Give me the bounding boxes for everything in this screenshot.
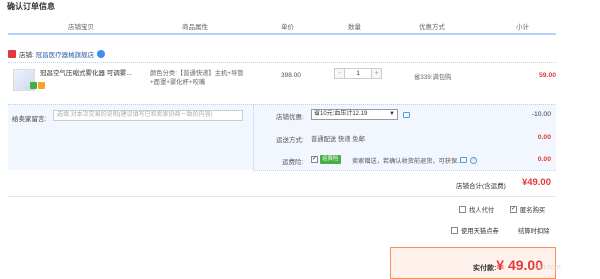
insurance-value: 0.00 bbox=[537, 156, 551, 163]
product-title-link[interactable]: 冠昌空气压缩式雾化器 可调雾... bbox=[40, 69, 142, 78]
comment-icon[interactable] bbox=[460, 157, 467, 163]
payment-summary: 实付款: ¥ 49.00 bbox=[390, 247, 556, 279]
header-unit-price: 单价 bbox=[281, 24, 294, 31]
anonymous-option[interactable]: ✓ 匿名购买 bbox=[510, 205, 545, 214]
product-attributes: 颜色分类:【普通快递】主机+导管+面罩+雾化杯+咬嘴 bbox=[150, 70, 244, 86]
order-options-panel: 给卖家留言: 选填:对本次交易的说明(建议填写已和卖家协商一致的内容) 店铺优惠… bbox=[8, 104, 556, 171]
insurance-label: 运费险: bbox=[282, 159, 304, 166]
table-header: 店铺宝贝 商品属性 单价 数量 优惠方式 小计 bbox=[8, 13, 556, 35]
shipping-label: 运送方式: bbox=[276, 137, 304, 144]
credit-card-icon bbox=[38, 82, 45, 89]
header-subtotal: 小计 bbox=[516, 24, 529, 31]
tmall-points-checkbox[interactable] bbox=[451, 227, 458, 234]
shop-name-link[interactable]: 冠昌医疗器械旗舰店 bbox=[36, 52, 95, 59]
shop-row: 店铺: 冠昌医疗器械旗舰店 bbox=[8, 47, 106, 61]
shipping-method: 普通配送 快递 免邮 bbox=[311, 136, 365, 143]
proxy-pay-option[interactable]: 找人代付 bbox=[459, 205, 494, 214]
message-label: 给卖家留言: bbox=[12, 116, 47, 123]
unit-price: 398.00 bbox=[281, 72, 301, 79]
insurance-badge: 运费险 bbox=[320, 155, 341, 164]
insurance-checkbox[interactable]: ✓ bbox=[311, 156, 318, 163]
shop-discount-label: 店铺优惠: bbox=[276, 114, 304, 121]
shop-total-row: 店铺合计(含运费) ¥49.00 bbox=[253, 170, 556, 190]
shipping-row: 运送方式: 普通配送 快递 免邮 0.00 bbox=[254, 128, 557, 148]
payment-label: 实付款: bbox=[473, 265, 497, 272]
shop-total-label: 店铺合计(含运费) bbox=[456, 183, 506, 190]
header-discount: 优惠方式 bbox=[419, 24, 445, 31]
qty-input[interactable] bbox=[345, 68, 371, 79]
quantity-stepper: - + bbox=[334, 68, 382, 79]
service-badges bbox=[30, 82, 45, 89]
page-title: 确认订单信息 bbox=[7, 2, 55, 11]
watermark: ixia.com bbox=[535, 264, 561, 271]
points-deduct-text: 结算时扣除 bbox=[518, 228, 550, 235]
tmall-points-label: 使用天猫点券 bbox=[461, 228, 499, 235]
tmall-points-option[interactable]: 使用天猫点券 bbox=[451, 226, 499, 235]
header-quantity: 数量 bbox=[348, 24, 361, 31]
shipping-value: 0.00 bbox=[537, 134, 551, 141]
shop-total-value: ¥49.00 bbox=[521, 177, 551, 188]
comment-icon[interactable] bbox=[403, 112, 410, 118]
proxy-pay-label: 找人代付 bbox=[469, 207, 495, 214]
tmall-shop-icon bbox=[8, 50, 16, 58]
header-attributes: 商品属性 bbox=[182, 24, 208, 31]
qty-plus-button[interactable]: + bbox=[371, 68, 382, 79]
order-options: 店铺优惠: 省10元:血压计12.19 ▼ -10.00 运送方式: 普通配送 … bbox=[253, 105, 556, 171]
shop-discount-select[interactable]: 省10元:血压计12.19 ▼ bbox=[311, 109, 398, 120]
anonymous-checkbox[interactable]: ✓ bbox=[510, 206, 517, 213]
proxy-pay-checkbox[interactable] bbox=[459, 206, 466, 213]
item-discount: 省339:满包购 bbox=[414, 74, 452, 81]
order-item-row: 冠昌空气压缩式雾化器 可调雾... 颜色分类:【普通快递】主机+导管+面罩+雾化… bbox=[8, 62, 556, 106]
shop-label: 店铺: 冠昌医疗器械旗舰店 bbox=[19, 52, 95, 59]
qty-minus-button[interactable]: - bbox=[334, 68, 345, 79]
shop-discount-row: 店铺优惠: 省10元:血压计12.19 ▼ -10.00 bbox=[254, 105, 557, 125]
chevron-down-icon: ▼ bbox=[389, 111, 395, 117]
insurance-row: 运费险: ✓ 运费险 卖家赠送，若确认收货前退货，可获保... ? 0.00 bbox=[254, 150, 557, 170]
service-badge-icon bbox=[30, 82, 37, 89]
anonymous-label: 匿名购买 bbox=[520, 207, 546, 214]
item-subtotal: 59.00 bbox=[539, 72, 557, 79]
insurance-text: 卖家赠送，若确认收货前退货，可获保... bbox=[352, 158, 463, 165]
divider bbox=[8, 196, 556, 197]
header-shop-baby: 店铺宝贝 bbox=[68, 24, 94, 31]
message-input[interactable]: 选填:对本次交易的说明(建议填写已和卖家协商一致的内容) bbox=[53, 110, 243, 121]
help-icon[interactable]: ? bbox=[470, 157, 477, 164]
shop-discount-value: -10.00 bbox=[531, 111, 551, 118]
wangwang-chat-icon[interactable] bbox=[97, 50, 106, 58]
